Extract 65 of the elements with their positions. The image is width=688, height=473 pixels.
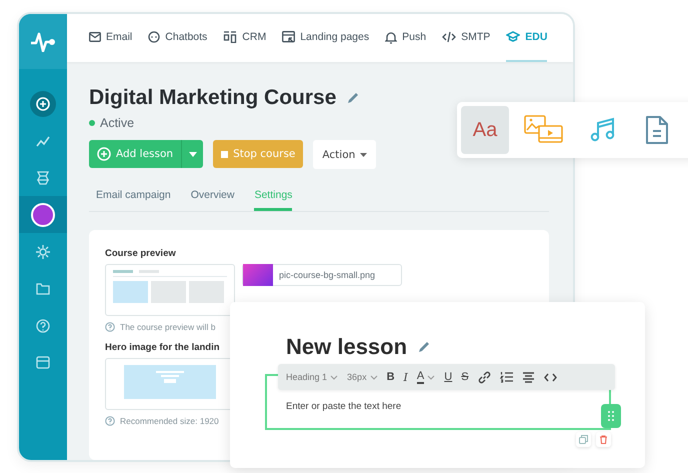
copy-icon bbox=[579, 435, 588, 444]
link-icon[interactable] bbox=[478, 370, 491, 384]
pencil-icon[interactable] bbox=[417, 340, 432, 354]
nav-tab[interactable]: Email bbox=[89, 14, 132, 62]
copy-button[interactable] bbox=[576, 432, 591, 447]
underline-button[interactable]: U bbox=[444, 371, 452, 383]
music-note-icon bbox=[590, 117, 616, 143]
image-thumbnail bbox=[243, 264, 273, 286]
settings-icon bbox=[36, 244, 50, 258]
chart-icon bbox=[36, 134, 50, 148]
bold-button[interactable]: B bbox=[386, 371, 395, 383]
numbered-list-icon[interactable] bbox=[500, 371, 513, 383]
nav-tab[interactable]: Chatbots bbox=[148, 14, 208, 62]
help-icon bbox=[105, 416, 115, 426]
pulse-logo-icon bbox=[30, 32, 56, 52]
drag-handle[interactable] bbox=[601, 404, 621, 428]
layers-icon bbox=[36, 170, 50, 184]
action-button[interactable]: Action bbox=[313, 140, 376, 169]
media-icon bbox=[524, 115, 564, 145]
document-icon bbox=[645, 116, 669, 144]
file-chip: pic-course-bg-small.png bbox=[242, 264, 402, 286]
course-title: Digital Marketing Course bbox=[89, 86, 336, 110]
pencil-icon[interactable] bbox=[346, 91, 360, 105]
block-type-option[interactable]: Aa bbox=[461, 106, 509, 154]
graduation-cap-icon bbox=[506, 31, 520, 43]
folder-icon bbox=[36, 282, 50, 295]
strikethrough-button[interactable]: S bbox=[461, 371, 469, 383]
columns-icon bbox=[223, 31, 238, 43]
add-icon bbox=[30, 90, 56, 116]
tab[interactable]: Overview bbox=[190, 183, 234, 211]
lesson-title: New lesson bbox=[286, 334, 408, 360]
delete-button[interactable] bbox=[596, 432, 611, 447]
bell-icon bbox=[385, 30, 398, 44]
section-label: Hero image for the landin bbox=[105, 342, 220, 353]
help-icon bbox=[36, 318, 50, 332]
section-label: Course preview bbox=[105, 248, 176, 259]
help-icon bbox=[105, 322, 115, 332]
wallet-icon bbox=[36, 356, 50, 369]
plus-circle-icon bbox=[97, 147, 111, 161]
nav-tab[interactable]: Push bbox=[385, 14, 426, 62]
avatar-icon bbox=[31, 202, 55, 226]
code-icon bbox=[442, 31, 456, 43]
chevron-icon bbox=[370, 374, 378, 380]
sidebar-item[interactable] bbox=[19, 196, 67, 233]
code-icon[interactable] bbox=[544, 372, 557, 382]
caret-icon bbox=[360, 152, 368, 156]
trash-icon bbox=[599, 435, 608, 444]
align-center-icon[interactable] bbox=[522, 372, 535, 382]
toolbar-dropdown[interactable]: Heading 1 bbox=[286, 372, 338, 382]
chevron-icon bbox=[330, 374, 338, 380]
nav-tab[interactable]: SMTP bbox=[442, 14, 490, 62]
chat-icon bbox=[148, 31, 160, 43]
dropdown-button[interactable] bbox=[181, 140, 204, 168]
nav-tab[interactable]: CRM bbox=[223, 14, 266, 62]
hint-text: Recommended size: 1920 bbox=[120, 416, 219, 426]
hint-text: The course preview will b bbox=[120, 322, 216, 332]
grip-icon bbox=[608, 411, 614, 421]
text-color-button[interactable]: A bbox=[416, 370, 436, 384]
tab[interactable]: Email campaign bbox=[96, 183, 171, 211]
webpage-icon bbox=[282, 31, 296, 43]
mail-icon bbox=[89, 32, 101, 42]
toolbar-dropdown[interactable]: 36px bbox=[347, 372, 378, 382]
nav-tab[interactable]: Landing pages bbox=[282, 14, 370, 62]
chevron-icon bbox=[427, 374, 436, 380]
caret-icon bbox=[188, 152, 197, 156]
